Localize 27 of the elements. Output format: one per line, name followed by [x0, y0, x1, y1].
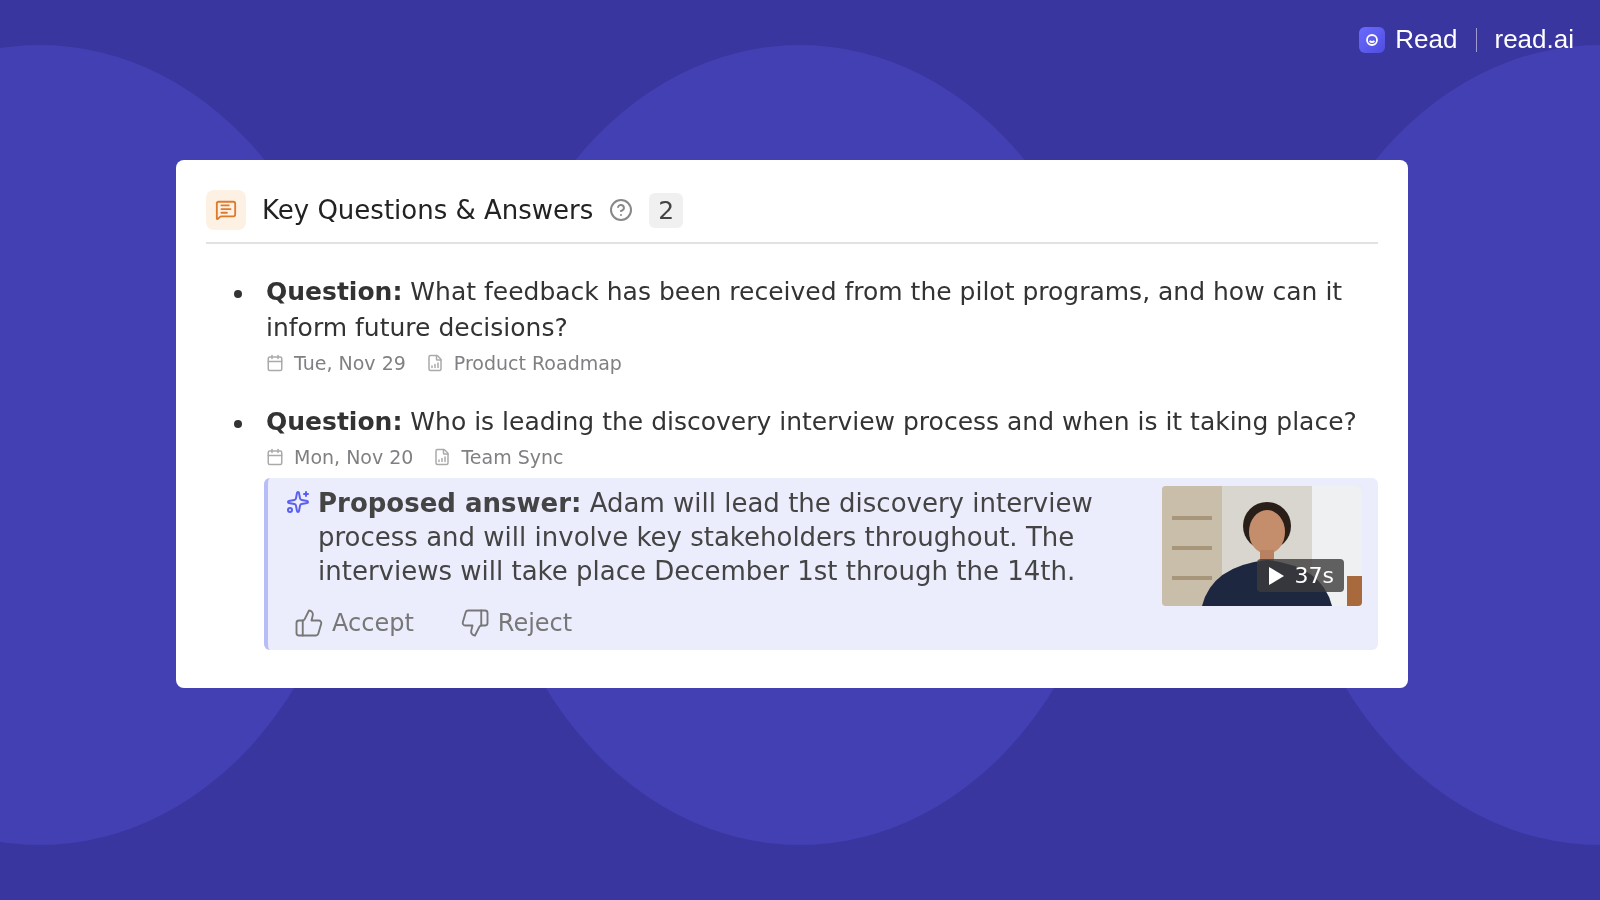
question-text: Question: Who is leading the discovery interview process and when is it taking place? [266, 406, 1358, 438]
proposed-answer-text: Proposed answer: Adam will lead the discovery interview process and will involve key stakeholders throughout. The interviews will take place December 1st through the 14th. [318, 487, 1094, 588]
thumbs-down-icon [459, 608, 490, 638]
play-icon [1266, 565, 1285, 586]
help-icon[interactable] [609, 198, 634, 222]
meeting-name: Product Roadmap [453, 352, 622, 374]
bullet [234, 290, 242, 298]
sparkle-icon [286, 490, 310, 514]
document-icon [425, 354, 444, 372]
reject-button[interactable]: Reject [451, 608, 581, 638]
bullet [234, 420, 242, 428]
brand-name: Read [1395, 24, 1458, 55]
question-bubble-icon [206, 190, 246, 230]
video-duration-badge[interactable]: 37s [1256, 559, 1344, 592]
meeting-name: Team Sync [461, 446, 564, 468]
card-title: Key Questions & Answers [262, 195, 594, 225]
document-icon [433, 448, 452, 466]
thumbs-up-icon [294, 608, 324, 638]
logo-icon [1359, 26, 1386, 53]
count-badge: 2 [649, 192, 684, 228]
calendar-icon [266, 448, 284, 466]
meeting-date: Tue, Nov 29 [294, 352, 406, 374]
brand-domain: read.ai [1494, 24, 1574, 55]
calendar-icon [266, 354, 284, 372]
meeting-date: Mon, Nov 20 [294, 446, 414, 468]
accept-button[interactable]: Accept [286, 608, 422, 638]
question-text: Question: What feedback has been received from the pilot programs, and how can it inform future decisions? [266, 276, 1344, 344]
